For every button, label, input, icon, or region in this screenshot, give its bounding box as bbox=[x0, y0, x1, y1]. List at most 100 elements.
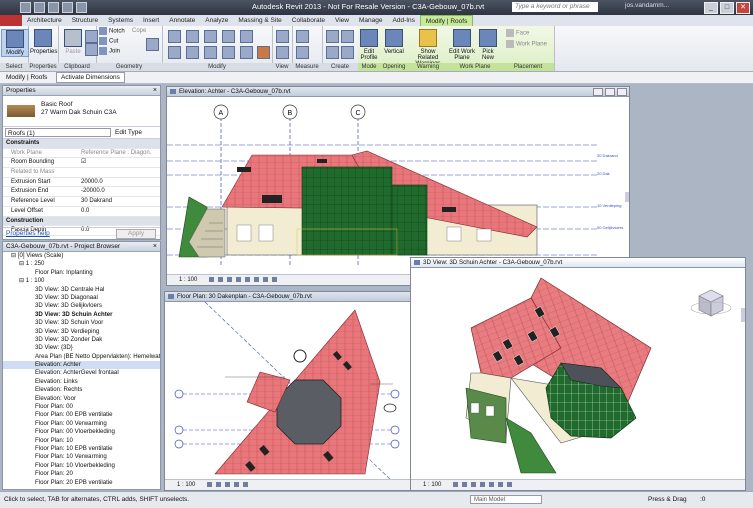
print-icon[interactable] bbox=[76, 2, 87, 13]
tab-annotate[interactable]: Annotate bbox=[164, 15, 200, 26]
detail-level-icon[interactable] bbox=[209, 277, 214, 282]
property-value[interactable]: -20000.0 bbox=[81, 187, 151, 196]
property-value[interactable]: 30 Dakrand bbox=[81, 197, 151, 206]
browser-item[interactable]: 3D View: 3D Zonder Dak bbox=[3, 336, 160, 344]
browser-item[interactable]: 3D View: 3D Schuin Achter bbox=[3, 311, 160, 319]
visual-style-icon[interactable] bbox=[462, 482, 467, 487]
reveal-hidden-icon[interactable] bbox=[272, 277, 277, 282]
property-value[interactable]: 0.0 bbox=[81, 207, 151, 216]
copy-element-icon[interactable] bbox=[186, 46, 199, 59]
threed-drawing[interactable] bbox=[411, 268, 745, 479]
browser-item[interactable]: 3D View: 3D Schuin Voor bbox=[3, 319, 160, 327]
temp-hide-icon[interactable] bbox=[263, 277, 268, 282]
tab-structure[interactable]: Structure bbox=[67, 15, 103, 26]
detail-level-icon[interactable] bbox=[453, 482, 458, 487]
notch-button[interactable]: Notch bbox=[99, 27, 125, 37]
property-row[interactable]: Extrusion End -20000.0 bbox=[3, 187, 160, 198]
quick-access-toolbar[interactable] bbox=[20, 2, 87, 13]
undo-icon[interactable] bbox=[48, 2, 59, 13]
property-group[interactable]: Construction bbox=[3, 216, 160, 227]
building-elevation[interactable] bbox=[178, 150, 538, 258]
octagon-hall-roof[interactable] bbox=[276, 379, 342, 445]
browser-item[interactable]: Elevation: Voor bbox=[3, 395, 160, 403]
cope-button[interactable]: Cope bbox=[132, 27, 146, 36]
save-icon[interactable] bbox=[34, 2, 45, 13]
tab-collaborate[interactable]: Collaborate bbox=[287, 15, 330, 26]
redo-icon[interactable] bbox=[62, 2, 73, 13]
close-view-button[interactable] bbox=[617, 88, 627, 96]
properties-help-link[interactable]: Properties help bbox=[6, 228, 50, 239]
visual-style-icon[interactable] bbox=[216, 482, 221, 487]
property-group[interactable]: Constraints bbox=[3, 139, 160, 149]
floorplan-view-window[interactable]: Floor Plan: 30 Dakenplan - C3A-Gebouw_07… bbox=[164, 291, 412, 491]
browser-item[interactable]: ⊟ 1 : 250 bbox=[3, 260, 160, 268]
vertical-scrollbar[interactable] bbox=[625, 192, 629, 202]
cut-button[interactable]: Cut bbox=[99, 37, 118, 47]
viewcube[interactable] bbox=[690, 289, 732, 317]
edit-type-button[interactable]: Edit Type bbox=[115, 127, 142, 138]
edit-work-plane-button[interactable]: Edit Work Plane bbox=[448, 29, 476, 61]
browser-item[interactable]: Floor Plan: 10 bbox=[3, 437, 160, 445]
close-icon[interactable]: × bbox=[153, 242, 157, 251]
property-row[interactable]: Work Plane Reference Plane : Diagon... bbox=[3, 149, 160, 159]
mirror-axis-icon[interactable] bbox=[204, 30, 217, 43]
tab-add-ins[interactable]: Add-Ins bbox=[388, 15, 420, 26]
browser-item[interactable]: 3D View: 3D Gelijkvloers bbox=[3, 302, 160, 310]
property-row[interactable]: Level Offset 0.0 bbox=[3, 207, 160, 217]
show-crop-icon[interactable] bbox=[254, 277, 259, 282]
sun-path-icon[interactable] bbox=[471, 482, 476, 487]
search-input[interactable]: Type a keyword or phrase bbox=[512, 2, 598, 12]
create-assembly-icon[interactable] bbox=[326, 30, 339, 43]
create-similar-icon[interactable] bbox=[341, 46, 354, 59]
modify-button[interactable]: Modify bbox=[1, 29, 29, 57]
sun-path-icon[interactable] bbox=[225, 482, 230, 487]
restore-view-button[interactable] bbox=[605, 88, 615, 96]
maximize-button[interactable]: □ bbox=[720, 2, 734, 14]
close-button[interactable]: ✕ bbox=[736, 2, 750, 14]
property-row[interactable]: Extrusion Start 20000.0 bbox=[3, 178, 160, 188]
show-related-warnings-button[interactable]: Show Related Warnings bbox=[411, 29, 445, 67]
property-row[interactable]: Room Bounding ☑ bbox=[3, 158, 160, 169]
edit-profile-button[interactable]: Edit Profile bbox=[356, 29, 382, 61]
properties-button[interactable]: Properties bbox=[30, 29, 57, 55]
work-plane-button[interactable]: Work Plane bbox=[506, 40, 547, 50]
crop-view-icon[interactable] bbox=[243, 482, 248, 487]
browser-item[interactable]: 3D View: 3D Verdieping bbox=[3, 328, 160, 336]
browser-item[interactable]: Area Plan (BE Netto Oppervlakten): Hemel… bbox=[3, 353, 160, 361]
hide-icon[interactable] bbox=[276, 30, 289, 43]
vertical-button[interactable]: Vertical bbox=[381, 29, 407, 55]
open-icon[interactable] bbox=[20, 2, 31, 13]
pick-new-button[interactable]: Pick New bbox=[476, 29, 500, 61]
create-parts-icon[interactable] bbox=[341, 30, 354, 43]
close-icon[interactable]: × bbox=[153, 86, 157, 95]
property-value[interactable]: ☑ bbox=[81, 158, 151, 167]
trim-icon[interactable] bbox=[222, 46, 235, 59]
split-icon[interactable] bbox=[240, 30, 253, 43]
property-value[interactable]: Reference Plane : Diagon... bbox=[81, 149, 151, 158]
detail-level-icon[interactable] bbox=[207, 482, 212, 487]
application-menu-button[interactable] bbox=[0, 15, 22, 26]
move-icon[interactable] bbox=[168, 46, 181, 59]
create-group-icon[interactable] bbox=[326, 46, 339, 59]
tab-systems[interactable]: Systems bbox=[103, 15, 138, 26]
view-scale[interactable]: 1 : 100 bbox=[177, 480, 195, 490]
instance-filter-dropdown[interactable]: Roofs (1) bbox=[5, 128, 111, 137]
minimize-button[interactable]: _ bbox=[704, 2, 718, 14]
workset-dropdown[interactable]: Main Model bbox=[470, 495, 542, 504]
browser-item[interactable]: ⊟ 1 : 100 bbox=[3, 277, 160, 285]
face-button[interactable]: Face bbox=[506, 29, 529, 39]
browser-item[interactable]: Elevation: Achter bbox=[3, 361, 160, 370]
browser-item[interactable]: Floor Plan: Inplanting bbox=[3, 269, 160, 277]
browser-item[interactable]: Floor Plan: 20 bbox=[3, 470, 160, 478]
elevation-drawing[interactable]: A B C 30 Dakrand 20 Dak 10 Verdieping 00 Ge… bbox=[167, 97, 629, 274]
apply-button[interactable]: Apply bbox=[116, 229, 156, 239]
crop-view-icon[interactable] bbox=[489, 482, 494, 487]
override-icon[interactable] bbox=[276, 46, 289, 59]
visual-style-icon[interactable] bbox=[218, 277, 223, 282]
measure-icon[interactable] bbox=[296, 30, 309, 43]
floorplan-drawing[interactable] bbox=[165, 302, 411, 479]
mirror-draw-icon[interactable] bbox=[222, 30, 235, 43]
lock-view-icon[interactable] bbox=[507, 482, 512, 487]
browser-item[interactable]: 3D View: {3D} bbox=[3, 344, 160, 352]
threed-view-window[interactable]: 3D View: 3D Schuin Achter - C3A-Gebouw_0… bbox=[410, 257, 746, 491]
